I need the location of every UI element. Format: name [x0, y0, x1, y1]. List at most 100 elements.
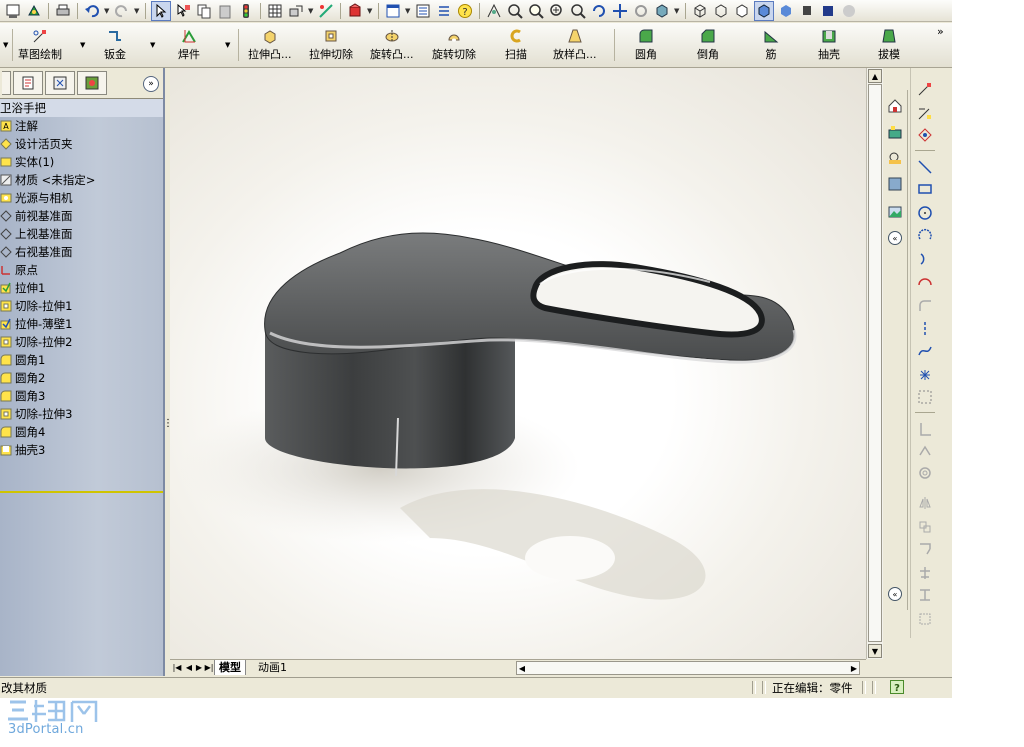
circle-icon[interactable] [916, 204, 934, 222]
paste-icon[interactable] [216, 2, 234, 20]
chevron-down-icon[interactable]: ▼ [3, 41, 8, 49]
shell-button[interactable]: 抽壳 [818, 27, 840, 63]
3d-sketch-icon[interactable] [916, 104, 934, 122]
tree-item[interactable]: 光源与相机 [0, 189, 163, 207]
rib-button[interactable]: 筋 [762, 27, 780, 63]
sketch-fillet-icon[interactable] [916, 296, 934, 314]
spline-icon[interactable] [916, 342, 934, 360]
sheetmetal-button[interactable]: 钣金 [104, 27, 126, 63]
tree-item[interactable]: 圆角4 [0, 423, 163, 441]
tab-motion[interactable]: 动画1 [254, 660, 291, 675]
zoom-selection-icon[interactable] [569, 2, 587, 20]
realview-icon[interactable] [819, 2, 837, 20]
chevron-down-icon[interactable]: ▼ [308, 7, 314, 15]
display-relations-icon[interactable] [916, 586, 934, 604]
roll-view-icon[interactable] [632, 2, 650, 20]
rebuild-icon[interactable] [25, 2, 43, 20]
grid-icon[interactable] [266, 2, 284, 20]
tree-item[interactable]: 切除-拉伸1 [0, 297, 163, 315]
print-icon[interactable] [54, 2, 72, 20]
chevron-down-icon[interactable]: ▼ [225, 41, 230, 49]
tree-item[interactable]: 原点 [0, 261, 163, 279]
home-icon[interactable] [885, 96, 905, 116]
standard-views-icon[interactable] [653, 2, 671, 20]
chevron-down-icon[interactable]: ▼ [674, 7, 680, 15]
tab-prev-icon[interactable]: ◀ [184, 661, 194, 674]
scroll-thumb[interactable] [868, 84, 882, 642]
tree-item[interactable]: 圆角3 [0, 387, 163, 405]
appearances-scenes-icon[interactable] [885, 202, 905, 222]
rotate-icon[interactable] [590, 2, 608, 20]
weldments-button[interactable]: 焊件 [178, 27, 200, 63]
chevron-double-left-icon[interactable]: « [885, 584, 905, 604]
point-icon[interactable] [916, 366, 934, 384]
centerpoint-arc-icon[interactable] [916, 226, 934, 244]
file-explorer-icon[interactable] [885, 148, 905, 168]
tab-model[interactable]: 模型 [214, 660, 246, 675]
search-icon[interactable] [885, 174, 905, 194]
hidden-lines-removed-icon[interactable] [733, 2, 751, 20]
mirror-entities-icon[interactable] [916, 494, 934, 512]
select-filter-icon[interactable] [174, 2, 192, 20]
hidden-lines-visible-icon[interactable] [712, 2, 730, 20]
zoom-area-icon[interactable] [527, 2, 545, 20]
3point-arc-icon[interactable] [916, 272, 934, 290]
convert-entities-icon[interactable] [916, 442, 934, 460]
tree-item[interactable]: 设计活页夹 [0, 135, 163, 153]
undo-icon[interactable] [83, 2, 101, 20]
tree-item[interactable]: 拉伸-薄壁1 [0, 315, 163, 333]
scroll-down-icon[interactable]: ▼ [868, 644, 882, 658]
scroll-right-icon[interactable]: ▶ [849, 662, 859, 675]
tree-item[interactable]: A 注解 [0, 117, 163, 135]
revolved-cut-button[interactable]: 旋转切除 [432, 27, 476, 63]
redo-icon[interactable] [113, 2, 131, 20]
view-orient-icon[interactable] [485, 2, 503, 20]
line-icon[interactable] [916, 158, 934, 176]
tree-root-part[interactable]: 卫浴手把 [0, 99, 163, 117]
sketch-options-icon[interactable] [287, 2, 305, 20]
help-icon[interactable]: ? [456, 2, 474, 20]
tree-item[interactable]: 前视基准面 [0, 207, 163, 225]
wireframe-icon[interactable] [691, 2, 709, 20]
pan-icon[interactable] [611, 2, 629, 20]
fillet-button[interactable]: 圆角 [635, 27, 657, 63]
smart-dimension-icon[interactable] [916, 126, 934, 144]
tangent-arc-icon[interactable] [916, 250, 934, 268]
configurationmanager-tab[interactable] [45, 71, 75, 95]
help-icon[interactable]: ? [890, 680, 904, 694]
sketch-icon[interactable] [916, 80, 934, 98]
chevron-down-icon[interactable]: ▼ [405, 7, 411, 15]
tree-item[interactable]: 抽壳3 [0, 441, 163, 459]
featuremanager-tab[interactable] [2, 71, 11, 95]
tree-item[interactable]: 上视基准面 [0, 225, 163, 243]
options-icon[interactable] [414, 2, 432, 20]
sweep-button[interactable]: 扫描 [505, 27, 527, 63]
tree-item[interactable]: 右视基准面 [0, 243, 163, 261]
move-entities-icon[interactable] [916, 540, 934, 558]
display-manager-tab[interactable] [77, 71, 107, 95]
tree-item[interactable]: 圆角2 [0, 369, 163, 387]
shaded-edges-icon[interactable] [754, 0, 774, 21]
select-arrow-icon[interactable] [151, 0, 171, 21]
design-library-icon[interactable] [885, 122, 905, 142]
vertical-scrollbar[interactable]: ▲ ▼ [866, 68, 883, 659]
tab-first-icon[interactable]: |◀ [172, 661, 182, 674]
line-format-icon[interactable] [317, 2, 335, 20]
graphics-area[interactable] [170, 68, 866, 659]
sketch-button[interactable]: 草图绘制 [18, 27, 62, 63]
rollback-bar[interactable] [0, 491, 163, 493]
rectangle-icon[interactable] [916, 180, 934, 198]
chevron-down-icon[interactable]: ▼ [104, 7, 110, 15]
shadows-icon[interactable] [798, 2, 816, 20]
tree-item[interactable]: 材质 <未指定> [0, 171, 163, 189]
tree-item[interactable]: 实体(1) [0, 153, 163, 171]
tree-item[interactable]: 圆角1 [0, 351, 163, 369]
zoom-in-out-icon[interactable] [548, 2, 566, 20]
chevron-down-icon[interactable]: ▼ [80, 41, 85, 49]
revolved-boss-button[interactable]: 旋转凸... [370, 27, 414, 63]
tab-next-icon[interactable]: ▶ [194, 661, 204, 674]
tree-item[interactable]: 拉伸1 [0, 279, 163, 297]
tree-item[interactable]: 切除-拉伸2 [0, 333, 163, 351]
tab-last-icon[interactable]: ▶| [204, 661, 214, 674]
repair-sketch-icon[interactable] [916, 610, 934, 628]
